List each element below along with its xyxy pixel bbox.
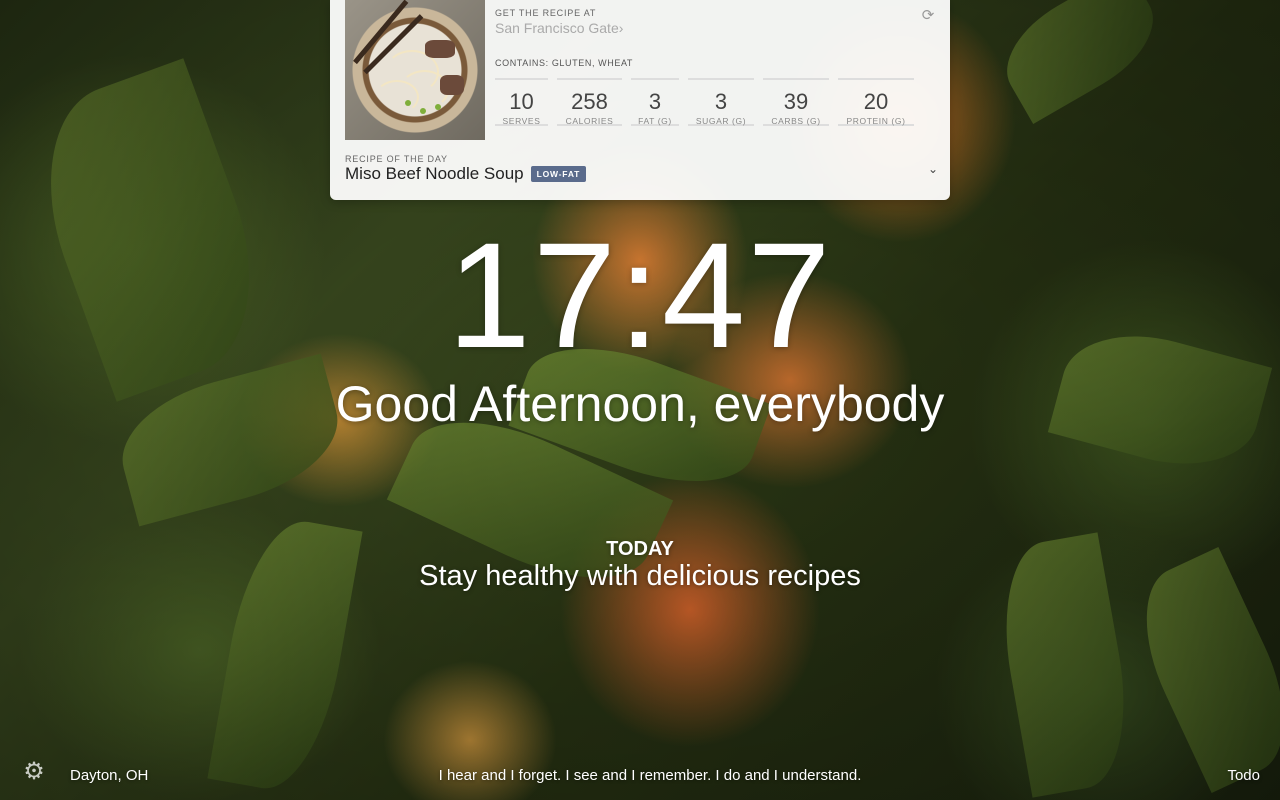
chevron-right-icon: › [618, 20, 624, 36]
allergen-info: CONTAINS: GLUTEN, WHEAT [495, 58, 633, 68]
chevron-down-icon[interactable]: ⌄ [928, 162, 938, 176]
nutrition-stats: 10 SERVES 258 CALORIES 3 FAT (G) 3 SUGAR… [495, 78, 914, 126]
todo-button[interactable]: Todo [1227, 767, 1260, 784]
stat-label: SUGAR (G) [695, 116, 747, 126]
noodle-decoration [375, 80, 419, 114]
recipe-source: GET THE RECIPE AT San Francisco Gate› [495, 8, 623, 38]
bottom-bar: ⚙ Dayton, OH I hear and I forget. I see … [0, 750, 1280, 800]
focus-text[interactable]: Stay healthy with delicious recipes [0, 560, 1280, 593]
stat-protein: 20 PROTEIN (G) [838, 78, 914, 126]
leaf-decoration [988, 0, 1172, 124]
stat-label: SERVES [502, 116, 541, 126]
stat-label: FAT (G) [638, 116, 672, 126]
greeting[interactable]: Good Afternoon, everybody [0, 374, 1280, 434]
recipe-title[interactable]: Miso Beef Noodle Soup [345, 164, 524, 184]
stat-calories: 258 CALORIES [557, 78, 622, 126]
stat-value: 20 [863, 89, 889, 114]
stat-label: PROTEIN (G) [846, 116, 906, 126]
herb-decoration [435, 104, 441, 110]
stat-carbs: 39 CARBS (G) [763, 78, 829, 126]
clock[interactable]: 17:47 [0, 220, 1280, 370]
stat-label: CARBS (G) [771, 116, 821, 126]
herb-decoration [420, 108, 426, 114]
focus-label: TODAY [606, 538, 674, 560]
stat-label: CALORIES [565, 116, 614, 126]
recipe-title-row[interactable]: Miso Beef Noodle Soup LOW-FAT [345, 164, 587, 184]
stat-fat: 3 FAT (G) [631, 78, 679, 126]
source-name: San Francisco Gate [495, 20, 619, 36]
stat-value: 3 [648, 89, 662, 114]
beef-decoration [440, 75, 464, 95]
stat-value: 39 [783, 89, 809, 114]
recipe-of-the-day-label: RECIPE OF THE DAY [345, 154, 448, 164]
stat-value: 258 [571, 89, 608, 114]
stat-value: 10 [509, 89, 534, 114]
recipe-card[interactable]: GET THE RECIPE AT San Francisco Gate› ⟳ … [330, 0, 950, 200]
source-link[interactable]: San Francisco Gate› [495, 20, 623, 36]
recipe-photo[interactable] [345, 0, 485, 140]
stat-sugar: 3 SUGAR (G) [688, 78, 754, 126]
herb-decoration [405, 100, 411, 106]
diet-badge: LOW-FAT [530, 166, 587, 182]
background-photo: GET THE RECIPE AT San Francisco Gate› ⟳ … [0, 0, 1280, 800]
daily-quote[interactable]: I hear and I forget. I see and I remembe… [0, 767, 1280, 784]
beef-decoration [425, 40, 455, 58]
stat-value: 3 [714, 89, 728, 114]
refresh-icon[interactable]: ⟳ [920, 8, 936, 24]
stat-serves: 10 SERVES [495, 78, 548, 126]
source-label: GET THE RECIPE AT [495, 8, 597, 18]
